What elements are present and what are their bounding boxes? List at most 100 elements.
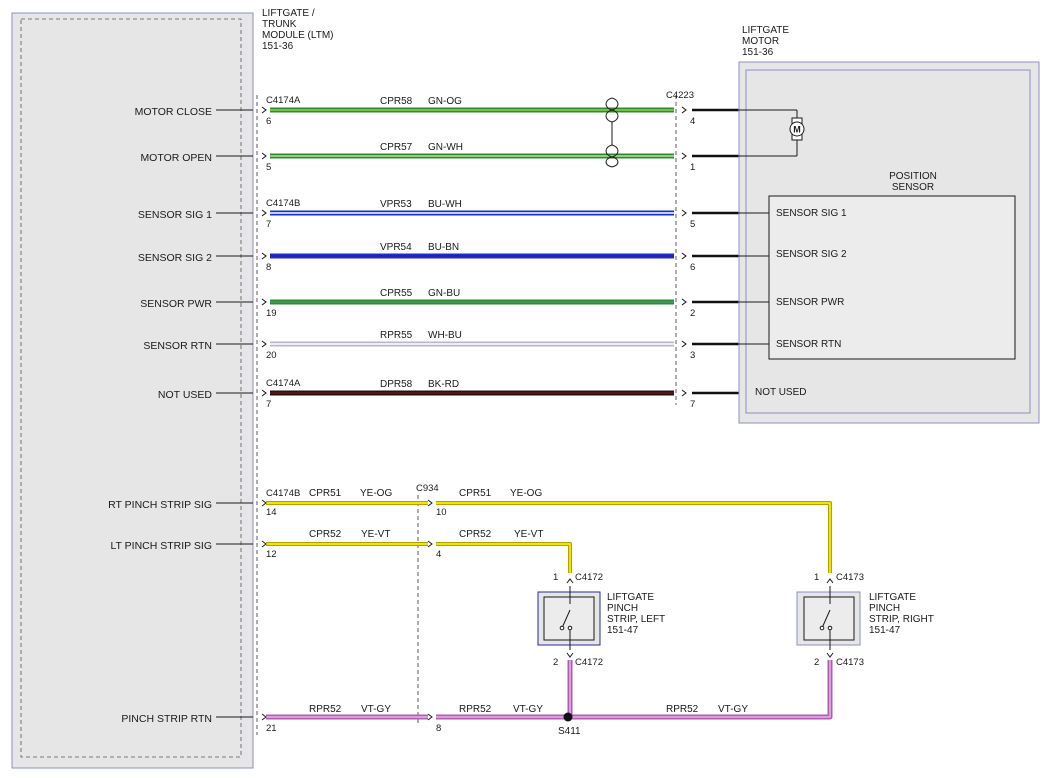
- connector-arrow-left: [261, 252, 267, 260]
- connector-arrow-right: [681, 209, 687, 217]
- svg-text:151-47: 151-47: [869, 625, 901, 636]
- wire-left-pin-rpr55: 20: [266, 350, 277, 361]
- wire-circuit-vpr54: VPR54: [380, 242, 412, 253]
- signal-label-sensor-rtn: SENSOR RTN: [143, 340, 212, 352]
- rtn-circuit-mid: RPR52: [459, 704, 492, 715]
- wire-circuit-dpr58: DPR58: [380, 379, 413, 390]
- signal-label-motor-close: MOTOR CLOSE: [135, 106, 212, 118]
- svg-text:STRIP, LEFT: STRIP, LEFT: [607, 614, 665, 625]
- wire-left-pin-cpr58: 6: [266, 116, 271, 127]
- svg-text:M: M: [793, 125, 801, 135]
- motor-icon: M: [789, 117, 805, 141]
- svg-text:C4172: C4172: [575, 572, 603, 583]
- c934-label: C934: [416, 483, 439, 494]
- wire-color-vpr53: BU-WH: [428, 199, 462, 210]
- svg-text:151-36: 151-36: [742, 47, 774, 58]
- wire-color-dpr58: BK-RD: [428, 379, 459, 390]
- wire-color-cpr55: GN-BU: [428, 288, 460, 299]
- splice-s411-label: S411: [558, 726, 581, 737]
- rt-sig-left-connector: C4174B: [266, 488, 300, 499]
- wire-color-vpr54: BU-BN: [428, 242, 459, 253]
- connector-arrow-left: [261, 298, 267, 306]
- wire-right-pin-rpr55: 3: [690, 350, 695, 361]
- lt-sig-color-left: YE-VT: [361, 529, 390, 540]
- ltm-module-box: [11, 12, 254, 769]
- svg-text:151-47: 151-47: [607, 625, 639, 636]
- wire-left-connector-cpr58: C4174A: [266, 95, 301, 106]
- splice-s411: [563, 712, 573, 722]
- svg-text:TRUNK: TRUNK: [262, 19, 297, 30]
- svg-text:PINCH: PINCH: [607, 603, 638, 614]
- svg-text:POSITION: POSITION: [889, 171, 937, 182]
- wire-right-pin-vpr53: 5: [690, 219, 695, 230]
- svg-text:PINCH: PINCH: [869, 603, 900, 614]
- sensor-pin-label: SENSOR SIG 2: [776, 249, 847, 260]
- wire-circuit-rpr55: RPR55: [380, 330, 413, 341]
- lt-sig-color-right: YE-VT: [514, 529, 543, 540]
- wire-color-rpr55: WH-BU: [428, 330, 462, 341]
- position-sensor-title: POSITION SENSOR: [889, 171, 937, 193]
- wire-right-pin-vpr54: 6: [690, 262, 695, 273]
- wire-right-pin-cpr57: 1: [690, 162, 695, 173]
- svg-text:STRIP, RIGHT: STRIP, RIGHT: [869, 614, 934, 625]
- wire-circuit-cpr58: CPR58: [380, 96, 413, 107]
- wire-left-pin-vpr54: 8: [266, 262, 271, 273]
- svg-text:C4173: C4173: [836, 572, 864, 583]
- connector-arrow-right: [681, 389, 687, 397]
- wire-left-pin-cpr55: 19: [266, 308, 277, 319]
- connector-arrow-left: [261, 340, 267, 348]
- svg-text:MOTOR: MOTOR: [742, 36, 779, 47]
- wire-left-connector-dpr58: C4174A: [266, 378, 301, 389]
- wire-left-pin-vpr53: 7: [266, 219, 271, 230]
- lt-sig-left-pin: 12: [266, 549, 277, 560]
- left-pinch-strip: 1 C4172 2 C4172 LIFTGATE PINCH STRIP, LE…: [537, 572, 665, 668]
- wire-circuit-cpr55: CPR55: [380, 288, 413, 299]
- motor-not-used-label: NOT USED: [755, 387, 807, 398]
- svg-text:C4173: C4173: [836, 657, 864, 668]
- motor-wires: CPR58 GN-OG 6 4 C4174A C4223 CPR57 GN-WH 5 1 VPR53…: [261, 90, 739, 410]
- right-pinch-strip: 1 C4173 2 C4173 LIFTGATE PINCH STRIP, RI…: [796, 572, 934, 668]
- svg-text:LIFTGATE: LIFTGATE: [742, 25, 789, 36]
- rt-sig-circuit-left: CPR51: [309, 488, 342, 499]
- signal-label-pinch-strip-rtn: PINCH STRIP RTN: [121, 713, 212, 725]
- svg-text:C4172: C4172: [575, 657, 603, 668]
- rt-sig-left-pin: 14: [266, 507, 277, 518]
- wire-right-pin-cpr55: 2: [690, 308, 695, 319]
- connector-arrow-right: [681, 106, 687, 114]
- wire-left-pin-cpr57: 5: [266, 162, 271, 173]
- rtn-circuit-right: RPR52: [666, 704, 699, 715]
- connector-arrow-left: [261, 209, 267, 217]
- connector-arrow-right: [681, 298, 687, 306]
- signal-label-sensor-sig-2: SENSOR SIG 2: [138, 252, 212, 264]
- wire-color-cpr58: GN-OG: [428, 96, 462, 107]
- connector-arrow-right: [681, 340, 687, 348]
- signal-label-not-used: NOT USED: [158, 389, 212, 401]
- wire-right-connector-cpr58: C4223: [666, 90, 694, 101]
- position-sensor-box: [768, 195, 1016, 360]
- svg-text:LIFTGATE: LIFTGATE: [869, 592, 916, 603]
- svg-text:1: 1: [553, 572, 558, 583]
- signal-label-motor-open: MOTOR OPEN: [140, 152, 212, 164]
- connector-arrow-right: [681, 252, 687, 260]
- wire-color-cpr57: GN-WH: [428, 142, 463, 153]
- rt-sig-color-right: YE-OG: [510, 488, 542, 499]
- lt-sig-circuit-right: CPR52: [459, 529, 492, 540]
- wiring-diagram: LIFTGATE / TRUNK MODULE (LTM) 151-36 MOT…: [11, 8, 1040, 769]
- liftgate-motor-title: LIFTGATE MOTOR 151-36: [742, 25, 789, 58]
- sensor-pin-label: SENSOR PWR: [776, 297, 844, 308]
- ltm-module-title: LIFTGATE / TRUNK MODULE (LTM) 151-36: [262, 8, 333, 52]
- svg-text:SENSOR: SENSOR: [892, 182, 934, 193]
- signal-label-lt-pinch-strip-sig: LT PINCH STRIP SIG: [110, 540, 212, 552]
- signal-label-sensor-sig-1: SENSOR SIG 1: [138, 209, 212, 221]
- svg-text:MODULE (LTM): MODULE (LTM): [262, 30, 333, 41]
- connector-arrow-left: [261, 389, 267, 397]
- rtn-color-left: VT-GY: [361, 704, 391, 715]
- rt-sig-circuit-right: CPR51: [459, 488, 492, 499]
- sensor-pin-label: SENSOR RTN: [776, 339, 841, 350]
- svg-text:LIFTGATE /: LIFTGATE /: [262, 8, 315, 19]
- connector-arrow-left: [261, 152, 267, 160]
- svg-text:2: 2: [553, 657, 558, 668]
- lt-sig-circuit-left: CPR52: [309, 529, 342, 540]
- rt-sig-color-left: YE-OG: [360, 488, 392, 499]
- wire-right-pin-cpr58: 4: [690, 116, 695, 127]
